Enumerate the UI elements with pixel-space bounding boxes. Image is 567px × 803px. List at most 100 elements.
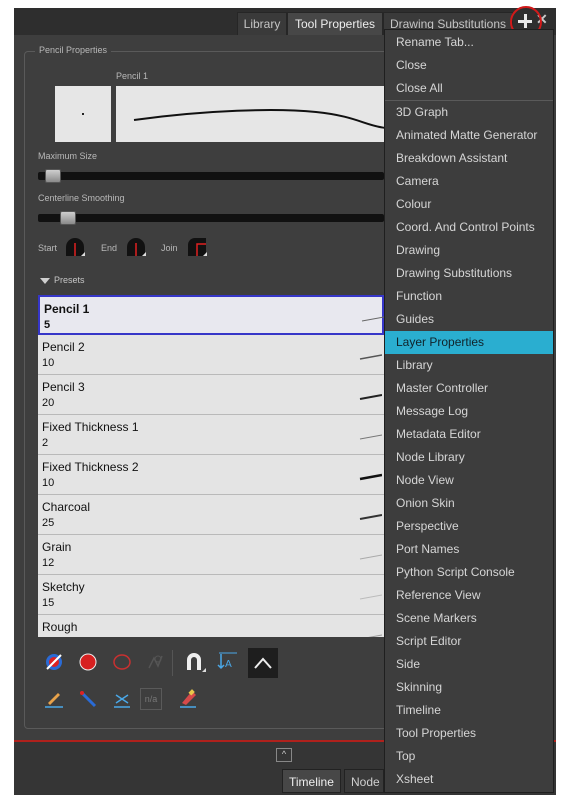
menu-item-coord-control-points[interactable]: Coord. And Control Points (385, 216, 553, 239)
centerline-smoothing-thumb[interactable] (60, 211, 76, 225)
start-cap-label: Start (38, 243, 58, 253)
menu-item-3d-graph[interactable]: 3D Graph (385, 101, 553, 124)
tab-context-menu[interactable]: Rename Tab... Close Close All 3D Graph A… (384, 29, 554, 793)
preset-name: Rough (42, 620, 78, 634)
tab-library[interactable]: Library (237, 12, 287, 35)
preset-name: Pencil 1 (44, 302, 90, 316)
preset-item[interactable]: Rough (38, 615, 384, 637)
tab-timeline[interactable]: Timeline (282, 769, 341, 793)
preset-size: 25 (42, 517, 55, 529)
preset-item[interactable]: Pencil 3 20 (38, 375, 384, 415)
size-arrow-icon[interactable]: A (216, 650, 240, 674)
menu-item-animated-matte-generator[interactable]: Animated Matte Generator (385, 124, 553, 147)
preset-name: Fixed Thickness 2 (42, 460, 139, 474)
maximum-size-label: Maximum Size (38, 151, 98, 161)
menu-item-scene-markers[interactable]: Scene Markers (385, 607, 553, 630)
expand-caret-icon[interactable]: ^ (276, 748, 292, 762)
preset-stroke-icon (359, 554, 382, 560)
preset-stroke-icon (359, 473, 382, 481)
menu-item-drawing[interactable]: Drawing (385, 239, 553, 262)
preset-stroke-icon (359, 434, 382, 440)
red-dot-icon[interactable] (76, 650, 100, 674)
menu-item-rename-tab[interactable]: Rename Tab... (385, 31, 553, 54)
preset-item[interactable]: Sketchy 15 (38, 575, 384, 615)
collapse-triangle-icon (40, 277, 50, 284)
preset-item[interactable]: Charcoal 25 (38, 495, 384, 535)
menu-item-top[interactable]: Top (385, 745, 553, 768)
join-label: Join (161, 243, 178, 253)
round-start-cap-icon[interactable] (64, 236, 86, 258)
red-outline-icon[interactable] (110, 650, 134, 674)
round-end-cap-icon[interactable] (125, 236, 147, 258)
menu-item-xsheet[interactable]: Xsheet (385, 768, 553, 791)
menu-item-side[interactable]: Side (385, 653, 553, 676)
menu-item-colour[interactable]: Colour (385, 193, 553, 216)
pen-blue-icon[interactable] (76, 687, 100, 711)
menu-item-guides[interactable]: Guides (385, 308, 553, 331)
menu-item-node-library[interactable]: Node Library (385, 446, 553, 469)
na-icon: n/a (140, 688, 162, 710)
menu-item-tool-properties[interactable]: Tool Properties (385, 722, 553, 745)
menu-item-close[interactable]: Close (385, 54, 553, 77)
preset-size: 5 (44, 319, 51, 331)
menu-item-breakdown-assistant[interactable]: Breakdown Assistant (385, 147, 553, 170)
pencil-line-icon[interactable] (42, 687, 66, 711)
menu-item-skinning[interactable]: Skinning (385, 676, 553, 699)
presets-label: Presets (54, 275, 85, 285)
preset-stroke-icon (368, 634, 382, 637)
tab-tool-properties[interactable]: Tool Properties (287, 12, 383, 35)
maximum-size-thumb[interactable] (45, 169, 61, 183)
caret-button-bg[interactable] (248, 648, 278, 678)
magnet-icon[interactable] (182, 650, 206, 674)
svg-text:A: A (225, 659, 232, 670)
maximum-size-slider[interactable] (38, 172, 384, 180)
centerline-smoothing-label: Centerline Smoothing (38, 193, 125, 203)
preset-stroke-icon (359, 514, 382, 520)
menu-item-layer-properties[interactable]: Layer Properties (385, 331, 553, 354)
preset-stroke-icon (361, 316, 384, 322)
menu-item-onion-skin[interactable]: Onion Skin (385, 492, 553, 515)
preset-name: Pencil 2 (42, 340, 85, 354)
menu-item-message-log[interactable]: Message Log (385, 400, 553, 423)
menu-item-python-script-console[interactable]: Python Script Console (385, 561, 553, 584)
menu-item-drawing-substitutions[interactable]: Drawing Substitutions (385, 262, 553, 285)
preset-size: 15 (42, 597, 55, 609)
presets-toggle[interactable]: Presets (40, 275, 85, 285)
menu-item-library[interactable]: Library (385, 354, 553, 377)
preset-item[interactable]: Pencil 1 5 (38, 295, 384, 335)
tip-dot (82, 113, 84, 115)
pencil-properties-label: Pencil Properties (35, 45, 112, 55)
centerline-smoothing-slider[interactable] (38, 214, 384, 222)
menu-item-master-controller[interactable]: Master Controller (385, 377, 553, 400)
preset-item[interactable]: Fixed Thickness 2 10 (38, 455, 384, 495)
tab-node[interactable]: Node (344, 769, 384, 793)
menu-item-camera[interactable]: Camera (385, 170, 553, 193)
preset-name-label: Pencil 1 (116, 71, 149, 81)
new-brush-icon[interactable] (42, 650, 66, 674)
preset-size: 10 (42, 357, 55, 369)
preset-stroke-icon (359, 394, 382, 400)
menu-item-close-all[interactable]: Close All (385, 77, 553, 100)
pen-cross-icon[interactable] (110, 687, 134, 711)
menu-item-script-editor[interactable]: Script Editor (385, 630, 553, 653)
stroke-preview (116, 86, 406, 142)
menu-item-node-view[interactable]: Node View (385, 469, 553, 492)
preset-item[interactable]: Grain 12 (38, 535, 384, 575)
presets-list[interactable]: Pencil 1 5 Pencil 2 10 Pencil 3 20 Fixed… (38, 295, 384, 637)
preset-item[interactable]: Pencil 2 10 (38, 335, 384, 375)
menu-item-reference-view[interactable]: Reference View (385, 584, 553, 607)
menu-item-port-names[interactable]: Port Names (385, 538, 553, 561)
menu-item-metadata-editor[interactable]: Metadata Editor (385, 423, 553, 446)
round-join-icon[interactable] (186, 236, 208, 258)
toolbar-divider (172, 650, 173, 676)
preset-name: Fixed Thickness 1 (42, 420, 139, 434)
caret-up-icon (254, 657, 272, 669)
preset-size: 10 (42, 477, 55, 489)
preset-item[interactable]: Fixed Thickness 1 2 (38, 415, 384, 455)
eraser-brush-icon[interactable] (176, 687, 200, 711)
menu-item-timeline[interactable]: Timeline (385, 699, 553, 722)
brush-stroke-icon[interactable] (144, 650, 168, 674)
menu-item-perspective[interactable]: Perspective (385, 515, 553, 538)
stroke-preview-svg (133, 109, 387, 129)
menu-item-function[interactable]: Function (385, 285, 553, 308)
